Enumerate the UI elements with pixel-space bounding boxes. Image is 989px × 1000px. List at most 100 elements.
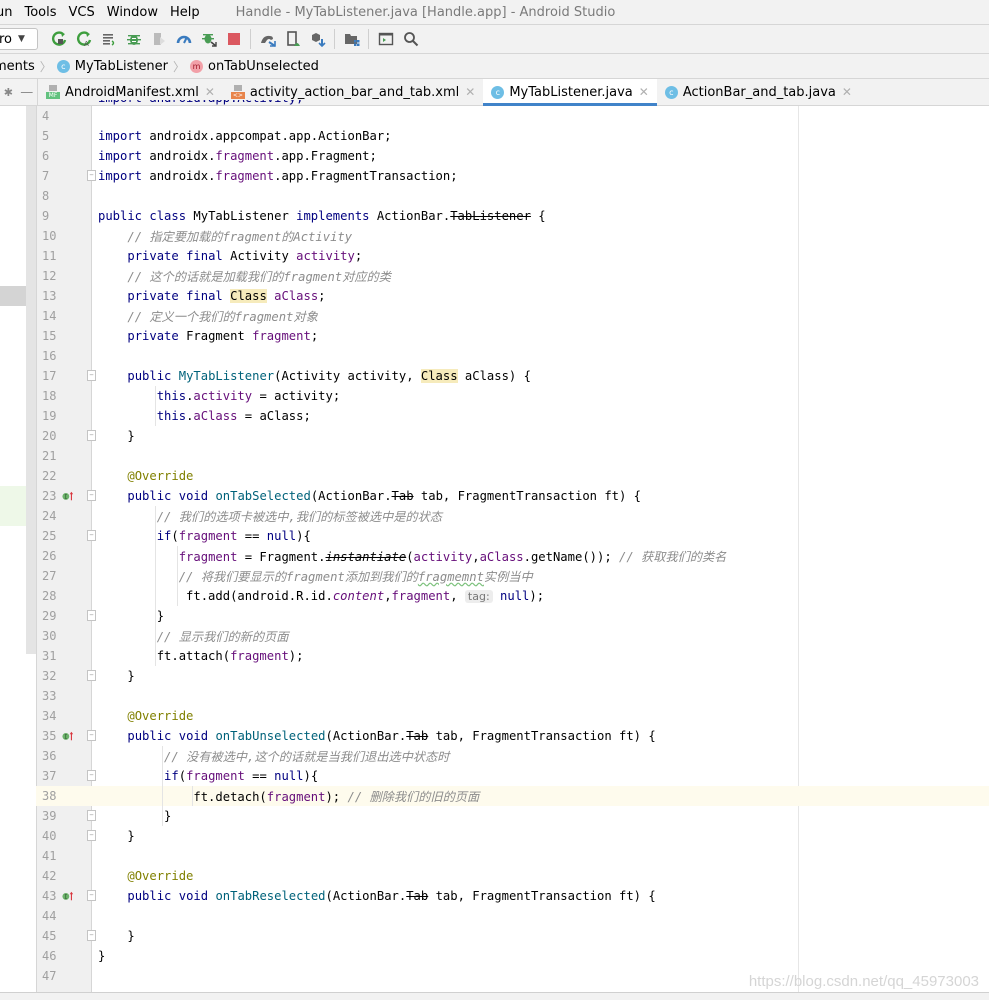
close-icon[interactable]: ✕ [205,85,215,99]
code-line[interactable]: 35 I − public void onTabUnselected(ActionB… [36,726,989,746]
code-line[interactable]: 11 private final Activity activity; [36,246,989,266]
code-line[interactable]: 37 − if(fragment == null){ [36,766,989,786]
code-line[interactable]: 8 [36,186,989,206]
line-number-text: 38 [42,789,57,803]
menu-tools[interactable]: Tools [24,5,62,20]
code-line[interactable]: 24 // 我们的选项卡被选中,我们的标签被选中是的状态 [36,506,989,526]
code-text: } [98,929,135,943]
code-line[interactable]: 34 @Override [36,706,989,726]
code-line[interactable]: 15 private Fragment fragment; [36,326,989,346]
terminal-icon[interactable] [373,28,398,50]
code-line[interactable]: 29 − } [36,606,989,626]
profile-icon[interactable] [171,28,196,50]
code-line[interactable]: 26 fragment = Fragment.instantiate(activ… [36,546,989,566]
code-line[interactable]: 43 I − public void onTabReselected(ActionB… [36,886,989,906]
code-line[interactable]: 44 [36,906,989,926]
attach-debugger-icon[interactable] [196,28,221,50]
breadcrumb-item-class[interactable]: c MyTabListener [56,59,168,74]
code-line[interactable]: 16 [36,346,989,366]
code-line[interactable]: 41 [36,846,989,866]
code-line[interactable]: 33 [36,686,989,706]
code-line[interactable]: 42 @Override [36,866,989,886]
code-line[interactable]: 20 − } [36,426,989,446]
fold-collapse-icon[interactable]: − [87,730,96,741]
run-configuration-select[interactable]: ro ▼ [0,28,38,50]
apply-code-changes-icon[interactable]: A [71,28,96,50]
apply-changes-restart-icon[interactable] [46,28,71,50]
close-icon[interactable]: ✕ [465,85,475,99]
fold-end-icon[interactable]: − [87,810,96,821]
code-line[interactable]: 36 // 没有被选中,这个的话就是当我们退出选中状态时 [36,746,989,766]
code-line[interactable]: 5 import androidx.appcompat.app.ActionBar… [36,126,989,146]
code-line[interactable]: 19 this.aClass = aClass; [36,406,989,426]
close-icon[interactable]: ✕ [639,85,649,99]
implements-method-icon[interactable]: I [62,730,74,742]
sync-log-icon[interactable] [96,28,121,50]
fold-collapse-icon[interactable]: − [87,530,96,541]
code-line[interactable]: 9 public class MyTabListener implements A… [36,206,989,226]
fold-end-icon[interactable]: − [87,430,96,441]
code-text: } [98,669,135,683]
close-icon[interactable]: ✕ [842,85,852,99]
hide-panel-icon[interactable]: — [20,85,33,100]
fold-collapse-icon[interactable]: − [87,490,96,501]
code-line[interactable]: 7− import androidx.fragment.app.FragmentT… [36,166,989,186]
implements-method-icon[interactable]: I [62,490,74,502]
code-line[interactable]: 22 @Override [36,466,989,486]
menu-help[interactable]: Help [170,5,206,20]
code-line[interactable]: 38 ft.detach(fragment); // 删除我们的旧的页面 [36,786,989,806]
code-line[interactable]: 39 − } [36,806,989,826]
fold-end-icon[interactable]: − [87,170,96,181]
code-text: } [98,949,106,963]
run-coverage-icon[interactable] [146,28,171,50]
code-line[interactable]: 17 − public MyTabListener(Activity activi… [36,366,989,386]
code-line[interactable]: 46} [36,946,989,966]
settings-gear-icon[interactable]: ✱ [4,86,13,99]
code-line[interactable]: 27 // 将我们要显示的fragment添加到我们的fragmemnt实例当中 [36,566,989,586]
tab-mytablistener-java[interactable]: c MyTabListener.java ✕ [483,79,658,106]
avd-manager-icon[interactable] [280,28,305,50]
implements-method-icon[interactable]: I [62,890,74,902]
fold-end-icon[interactable]: − [87,830,96,841]
line-number-text: 36 [42,749,57,763]
breadcrumb-item-package[interactable]: ments [0,59,35,74]
menu-vcs[interactable]: VCS [69,5,101,20]
code-line[interactable]: 10 // 指定要加载的fragment的Activity [36,226,989,246]
code-line[interactable]: 31 ft.attach(fragment); [36,646,989,666]
breadcrumb-item-method[interactable]: m onTabUnselected [190,59,319,74]
code-line[interactable]: 32 − } [36,666,989,686]
code-line[interactable]: 45 − } [36,926,989,946]
code-line[interactable]: 6 import androidx.fragment.app.Fragment; [36,146,989,166]
fold-end-icon[interactable]: − [87,610,96,621]
code-line[interactable]: 28 ft.add(android.R.id.content,fragment,… [36,586,989,606]
sdk-manager-icon[interactable] [305,28,330,50]
search-icon[interactable] [398,28,423,50]
menu-window[interactable]: Window [107,5,164,20]
code-line[interactable]: 21 [36,446,989,466]
stop-icon[interactable] [221,28,246,50]
code-line[interactable]: 30 // 显示我们的新的页面 [36,626,989,646]
code-line[interactable]: 12 // 这个的话就是加载我们的fragment对应的类 [36,266,989,286]
code-line[interactable]: 25 − if(fragment == null){ [36,526,989,546]
project-structure-icon[interactable] [339,28,364,50]
debug-icon[interactable] [121,28,146,50]
indent-guide [154,506,156,666]
code-line[interactable]: 40 − } [36,826,989,846]
project-scrollbar[interactable] [26,106,36,654]
fold-collapse-icon[interactable]: − [87,770,96,781]
code-line[interactable]: 4 [36,106,989,126]
line-number-text: 43 [42,889,57,903]
tab-actionbar-and-tab-java[interactable]: c ActionBar_and_tab.java ✕ [657,79,860,105]
fold-collapse-icon[interactable]: − [87,890,96,901]
code-line[interactable]: 14 // 定义一个我们的fragment对象 [36,306,989,326]
code-line[interactable]: 23 I − public void onTabSelected(ActionBar… [36,486,989,506]
menu-run[interactable]: un [0,5,18,20]
fold-end-icon[interactable]: − [87,670,96,681]
code-line[interactable]: 18 this.activity = activity; [36,386,989,406]
fold-collapse-icon[interactable]: − [87,370,96,381]
gradle-sync-icon[interactable] [255,28,280,50]
code-text: ft.attach(fragment); [98,649,304,663]
fold-end-icon[interactable]: − [87,930,96,941]
code-line[interactable]: 13 private final Class aClass; [36,286,989,306]
line-number-text: 45 [42,929,57,943]
